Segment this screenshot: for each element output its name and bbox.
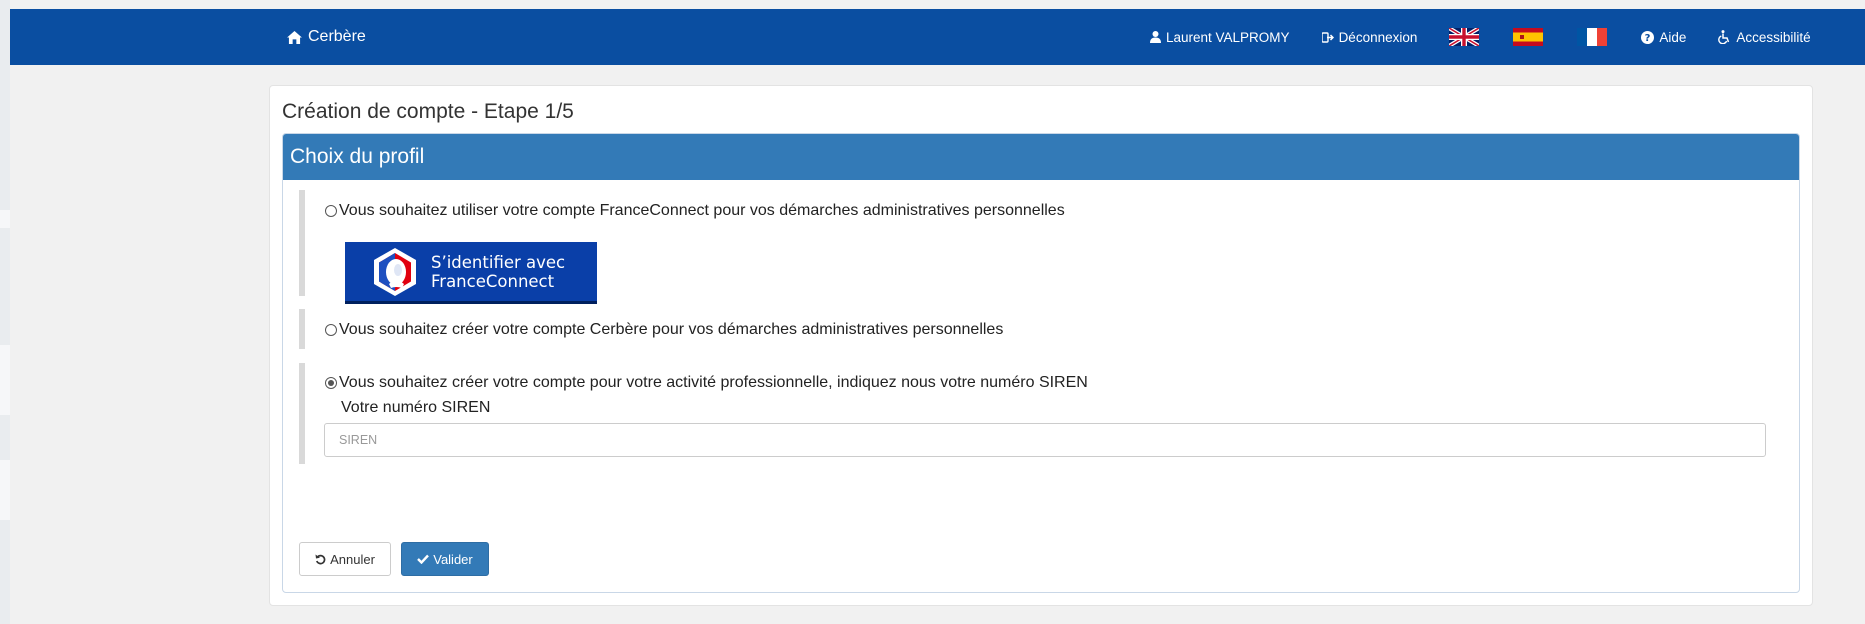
english-flag[interactable]	[1449, 28, 1480, 46]
svg-text:?: ?	[1645, 33, 1651, 44]
brand-label: Cerbère	[308, 28, 366, 45]
logout-link[interactable]: Déconnexion	[1321, 29, 1418, 45]
choice-cerbere: Vous souhaitez créer votre compte Cerbèr…	[299, 309, 1795, 349]
user-name: Laurent VALPROMY	[1166, 29, 1290, 45]
franceconnect-label: Vous souhaitez utiliser votre compte Fra…	[339, 202, 1065, 219]
logout-icon	[1321, 31, 1334, 43]
page-left-edge	[0, 0, 10, 624]
franceconnect-line1: S’identifier avec	[431, 252, 566, 272]
franceconnect-button-text: S’identifier avec FranceConnect	[431, 253, 565, 291]
section-title: Choix du profil	[283, 134, 1799, 180]
logout-label: Déconnexion	[1338, 29, 1418, 45]
submit-button[interactable]: Valider	[401, 542, 489, 576]
accessibility-link[interactable]: Accessibilité	[1718, 29, 1811, 45]
pro-label: Vous souhaitez créer votre compte pour v…	[339, 374, 1088, 391]
choice-pro: Vous souhaitez créer votre compte pour v…	[299, 363, 1795, 464]
cerbere-radio[interactable]	[325, 324, 337, 336]
question-circle-icon: ?	[1641, 30, 1655, 44]
edge-block	[0, 460, 10, 520]
top-navbar: Cerbère Laurent VALPROMY Déconnexion ? A…	[10, 9, 1865, 65]
franceconnect-radio[interactable]	[325, 205, 337, 217]
navbar-right: Laurent VALPROMY Déconnexion ? Aide Acce…	[1150, 9, 1843, 65]
user-icon	[1150, 31, 1161, 43]
check-icon	[417, 554, 430, 564]
cancel-label: Annuler	[330, 551, 375, 567]
spanish-flag[interactable]	[1513, 28, 1544, 46]
french-flag[interactable]	[1577, 28, 1608, 46]
home-icon	[287, 30, 302, 44]
cancel-button[interactable]: Annuler	[299, 542, 391, 576]
profile-panel: Choix du profil Vous souhaitez utiliser …	[282, 133, 1800, 593]
page-title: Création de compte - Etape 1/5	[282, 100, 574, 123]
wheelchair-icon	[1718, 30, 1730, 44]
pro-option[interactable]: Vous souhaitez créer votre compte pour v…	[325, 374, 1088, 392]
brand-link[interactable]: Cerbère	[287, 9, 366, 65]
cerbere-option[interactable]: Vous souhaitez créer votre compte Cerbèr…	[325, 321, 1003, 339]
choice-franceconnect: Vous souhaitez utiliser votre compte Fra…	[299, 190, 1795, 304]
edge-block	[0, 345, 10, 415]
user-menu[interactable]: Laurent VALPROMY	[1150, 30, 1290, 45]
undo-icon	[315, 554, 326, 564]
cerbere-label: Vous souhaitez créer votre compte Cerbèr…	[339, 321, 1004, 338]
franceconnect-option[interactable]: Vous souhaitez utiliser votre compte Fra…	[325, 202, 1065, 220]
siren-label: Votre numéro SIREN	[341, 399, 491, 416]
edge-block	[0, 210, 10, 228]
help-link[interactable]: ? Aide	[1641, 30, 1686, 45]
main-panel: Création de compte - Etape 1/5 Choix du …	[269, 85, 1813, 606]
submit-label: Valider	[433, 551, 473, 567]
franceconnect-button[interactable]: S’identifier avec FranceConnect	[345, 242, 597, 304]
franceconnect-line2: FranceConnect	[431, 271, 555, 291]
accessibility-label: Accessibilité	[1736, 29, 1811, 45]
siren-input[interactable]	[324, 423, 1766, 457]
help-label: Aide	[1659, 29, 1687, 45]
franceconnect-logo-icon	[374, 247, 416, 296]
pro-radio[interactable]	[325, 377, 337, 389]
